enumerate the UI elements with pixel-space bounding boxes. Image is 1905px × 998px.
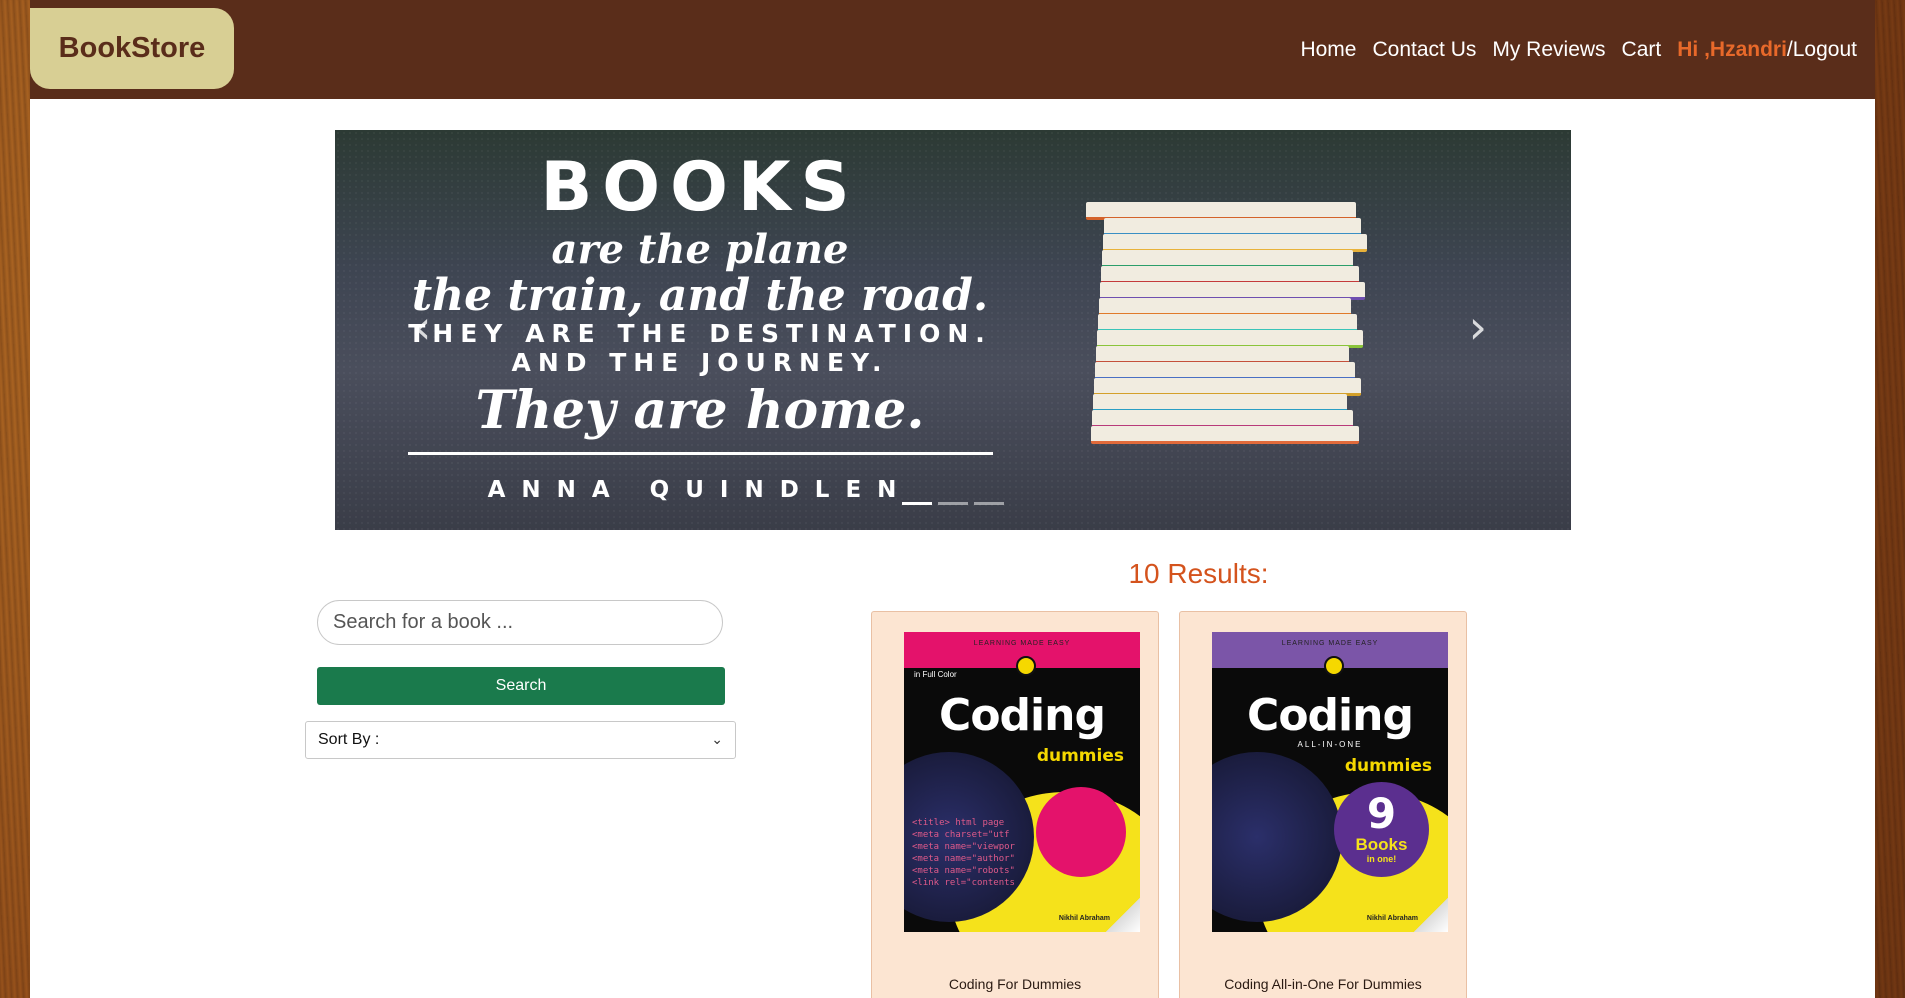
cover-author: Nikhil Abraham <box>1058 915 1110 922</box>
carousel-quote: BOOKS are the plane the train, and the r… <box>375 148 1025 503</box>
nav-my-reviews-link[interactable]: My Reviews <box>1492 38 1605 62</box>
greeting-text: Hi , <box>1677 37 1710 61</box>
quote-line-5: AND THE JOURNEY. <box>511 348 889 377</box>
cover-badge: 9 Books in one! <box>1334 782 1429 877</box>
navbar: BookStore Home Contact Us My Reviews Car… <box>30 0 1875 99</box>
cover-title: Coding <box>939 690 1106 741</box>
page: BookStore Home Contact Us My Reviews Car… <box>30 0 1875 998</box>
book-title[interactable]: Coding For Dummies <box>872 976 1158 992</box>
sort-by-select[interactable]: Sort By : ⌄ <box>305 721 736 759</box>
quote-line-6: They are home. <box>475 380 925 441</box>
cover-tag: in Full Color <box>914 670 957 679</box>
nav-cart-link[interactable]: Cart <box>1622 38 1662 62</box>
cover-author: Nikhil Abraham <box>1366 915 1418 922</box>
carousel-indicators <box>335 502 1571 505</box>
carousel-next-icon[interactable]: › <box>1469 300 1487 354</box>
cover-code-art: <title> html page <meta charset="utf <me… <box>912 818 1015 888</box>
book-title[interactable]: Coding All-in-One For Dummies <box>1180 976 1466 992</box>
page-curl <box>1414 898 1448 932</box>
badge-in-one-label: in one! <box>1366 854 1397 864</box>
quote-author: ANNA QUINDLEN <box>487 477 913 503</box>
user-name: Hzandri <box>1709 37 1787 61</box>
dummies-logo-icon <box>1324 656 1344 676</box>
nav-contact-link[interactable]: Contact Us <box>1372 38 1476 62</box>
chevron-down-icon: ⌄ <box>711 732 723 748</box>
nav-links: Home Contact Us My Reviews Cart Hi , Hza… <box>1300 0 1857 99</box>
quote-line-3: the train, and the road. <box>411 270 989 321</box>
user-greeting: Hi , Hzandri /Logout <box>1677 38 1857 62</box>
quote-line-1: BOOKS <box>540 148 860 227</box>
stacked-book <box>1091 426 1359 444</box>
search-input[interactable] <box>317 600 723 645</box>
quote-line-4: THEY ARE THE DESTINATION. <box>408 319 992 348</box>
book-stack-image <box>1080 202 1380 452</box>
hero-carousel: BOOKS are the plane the train, and the r… <box>335 130 1571 530</box>
cover-band-text: LEARNING MADE EASY <box>1281 640 1379 647</box>
dummies-logo-icon <box>1016 656 1036 676</box>
carousel-indicator[interactable] <box>902 502 932 505</box>
book-cover-image[interactable]: LEARNING MADE EASY Coding ALL-IN-ONE dum… <box>1212 632 1448 932</box>
carousel-indicator[interactable] <box>974 502 1004 505</box>
book-card[interactable]: LEARNING MADE EASY in Full Color Coding … <box>871 611 1159 998</box>
cover-subtitle: ALL-IN-ONE <box>1297 740 1363 749</box>
book-cover-image[interactable]: LEARNING MADE EASY in Full Color Coding … <box>904 632 1140 932</box>
carousel-prev-icon[interactable]: ‹ <box>413 300 431 354</box>
cover-badge <box>1036 787 1126 877</box>
page-curl <box>1106 898 1140 932</box>
quote-line-2: are the plane <box>551 226 849 273</box>
sort-by-label: Sort By : <box>318 731 380 748</box>
carousel-indicator[interactable] <box>938 502 968 505</box>
badge-books-label: Books <box>1355 835 1408 854</box>
nav-home-link[interactable]: Home <box>1300 38 1356 62</box>
brand-logo[interactable]: BookStore <box>30 8 234 89</box>
results-title: 10 Results: <box>1128 558 1269 589</box>
logout-link[interactable]: /Logout <box>1787 38 1857 62</box>
badge-number: 9 <box>1366 789 1397 838</box>
cover-brand: dummies <box>1036 746 1124 766</box>
cover-band-text: LEARNING MADE EASY <box>973 640 1071 647</box>
search-button[interactable]: Search <box>317 667 725 705</box>
book-card[interactable]: LEARNING MADE EASY Coding ALL-IN-ONE dum… <box>1179 611 1467 998</box>
cover-title: Coding <box>1247 690 1414 741</box>
cover-brand: dummies <box>1344 756 1432 776</box>
quote-divider <box>407 452 993 455</box>
